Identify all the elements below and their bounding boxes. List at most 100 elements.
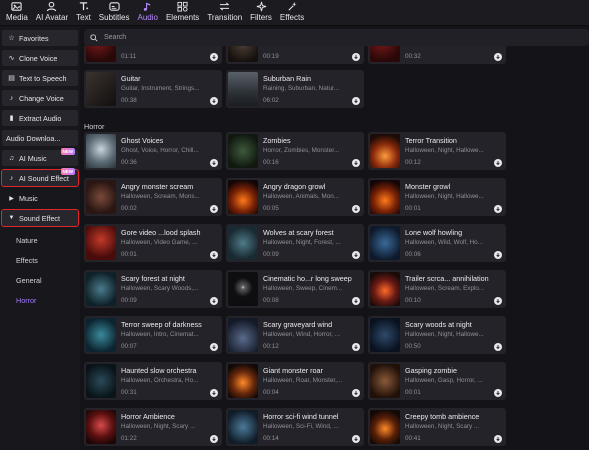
subtitles-icon — [109, 2, 120, 11]
tool-label: AI Avatar — [35, 13, 69, 22]
download-icon[interactable] — [352, 53, 360, 61]
sound-card[interactable]: Trailer scrca... annihilation Halloween, … — [368, 270, 506, 308]
sound-duration: 00:19 — [263, 53, 279, 60]
sound-card[interactable]: Suburban Rain Raining, Suburban, Natur..… — [226, 70, 364, 108]
sound-card[interactable]: Gore video ...lood splash Halloween, Vide… — [84, 224, 222, 262]
sound-card[interactable]: 01:11 — [84, 46, 222, 64]
sound-card[interactable]: Wolves at scary forest Halloween, Night, … — [226, 224, 364, 262]
sidebar-sub-nature[interactable]: Nature — [16, 234, 78, 247]
download-icon[interactable] — [352, 435, 360, 443]
download-icon[interactable] — [494, 205, 502, 213]
tool-filters[interactable]: Filters — [246, 0, 276, 25]
sound-card[interactable]: Terror sweep of darkness Halloween, Intro… — [84, 316, 222, 354]
download-icon[interactable] — [210, 435, 218, 443]
sound-tags: Halloween, Sweep, Cinem... — [263, 285, 343, 292]
ai-sound-icon: ♪ — [9, 174, 14, 182]
sound-card[interactable]: Monster growl Halloween, Night, Hallowe..… — [368, 178, 506, 216]
sidebar-item-text-to-speech[interactable]: ▤ Text to Speech — [2, 70, 78, 86]
sound-card[interactable]: Zombies Horror, Zombies, Monster... 00:16 — [226, 132, 364, 170]
download-icon[interactable] — [210, 251, 218, 259]
sidebar-item-ai-sound-effect[interactable]: ♪ AI Sound Effect NEW — [1, 168, 79, 187]
sound-tags: Halloween, Animals, Mon... — [263, 193, 339, 200]
sound-card[interactable]: Scary woods at night Halloween, Night, Ha… — [368, 316, 506, 354]
download-icon[interactable] — [210, 297, 218, 305]
sound-card[interactable]: Horror sci-fi wind tunnel Halloween, Sci-… — [226, 408, 364, 446]
sound-title: Monster growl — [405, 182, 451, 191]
download-icon[interactable] — [352, 297, 360, 305]
sound-tags: Horror, Zombies, Monster... — [263, 147, 340, 154]
download-icon[interactable] — [494, 159, 502, 167]
download-icon[interactable] — [210, 343, 218, 351]
download-icon[interactable] — [494, 297, 502, 305]
sound-card[interactable]: Terror Transition Halloween, Night, Hallo… — [368, 132, 506, 170]
text-icon — [79, 2, 89, 11]
sound-title: Haunted slow orchestra — [121, 366, 197, 375]
download-icon[interactable] — [210, 97, 218, 105]
download-icon[interactable] — [352, 205, 360, 213]
sound-thumbnail — [370, 410, 400, 444]
download-icon[interactable] — [352, 251, 360, 259]
tool-label: Media — [6, 13, 28, 22]
sound-title: Lone wolf howling — [405, 228, 463, 237]
sound-thumbnail — [86, 180, 116, 214]
tool-effects[interactable]: Effects — [276, 0, 308, 25]
tool-elements[interactable]: Elements — [162, 0, 203, 25]
sound-title: Ghost Voices — [121, 136, 164, 145]
search-input[interactable]: Search — [84, 29, 589, 46]
sound-thumbnail — [86, 134, 116, 168]
tool-subtitles[interactable]: Subtitles — [95, 0, 134, 25]
sound-card[interactable]: Gasping zombie Halloween, Gasp, Horror, .… — [368, 362, 506, 400]
sound-card[interactable]: Ghost Voices Ghost, Voice, Horror, Chill.… — [84, 132, 222, 170]
tool-audio[interactable]: Audio — [133, 0, 161, 25]
sound-card[interactable]: Creepy tomb ambience Halloween, Night, Sc… — [368, 408, 506, 446]
download-icon[interactable] — [210, 53, 218, 61]
sound-title: Scary graveyard wind — [263, 320, 333, 329]
tool-media[interactable]: Media — [2, 0, 32, 25]
download-icon[interactable] — [494, 53, 502, 61]
sidebar-item-extract-audio[interactable]: ▮ Extract Audio — [2, 110, 78, 126]
sound-card[interactable]: Giant monster roar Halloween, Roar, Monst… — [226, 362, 364, 400]
sound-title: Creepy tomb ambience — [405, 412, 480, 421]
sound-card[interactable]: Scary graveyard wind Halloween, Wind, Hor… — [226, 316, 364, 354]
download-icon[interactable] — [352, 389, 360, 397]
sidebar-sub-horror[interactable]: Horror — [16, 294, 78, 307]
download-icon[interactable] — [210, 205, 218, 213]
sidebar-item-music[interactable]: ▶ Music — [2, 190, 78, 206]
sidebar-item-audio-download[interactable]: Audio Downloa... — [2, 130, 78, 146]
sound-card[interactable]: Angry dragon growl Halloween, Animals, Mo… — [226, 178, 364, 216]
sound-thumbnail — [228, 46, 258, 62]
sidebar-sub-effects[interactable]: Effects — [16, 254, 78, 267]
sound-thumbnail — [370, 318, 400, 352]
sidebar-item-ai-music[interactable]: ♫ AI Music NEW — [2, 148, 78, 166]
tool-ai-avatar[interactable]: AI Avatar — [32, 0, 72, 25]
download-icon[interactable] — [352, 97, 360, 105]
sound-card[interactable]: Lone wolf howling Halloween, Wild, Wolf, … — [368, 224, 506, 262]
sidebar-sub-general[interactable]: General — [16, 274, 78, 287]
download-icon[interactable] — [210, 389, 218, 397]
download-icon[interactable] — [352, 343, 360, 351]
download-icon[interactable] — [494, 251, 502, 259]
sound-card[interactable]: Scary forest at night Halloween, Scary Wo… — [84, 270, 222, 308]
sound-card[interactable]: 00:19 — [226, 46, 364, 64]
sound-card[interactable]: Horror Ambience Halloween, Night, Scary .… — [84, 408, 222, 446]
download-icon[interactable] — [494, 435, 502, 443]
download-icon[interactable] — [494, 343, 502, 351]
sidebar-item-change-voice[interactable]: ♪ Change Voice — [2, 90, 78, 106]
tool-transition[interactable]: Transition — [203, 0, 246, 25]
sound-card[interactable]: 00:32 — [368, 46, 506, 64]
sidebar-item-favorites[interactable]: ☆ Favorites — [2, 30, 78, 46]
download-icon[interactable] — [494, 389, 502, 397]
sidebar-item-sound-effect[interactable]: ▼ Sound Effect — [1, 209, 79, 227]
sound-duration: 00:02 — [121, 205, 137, 212]
sound-card[interactable]: Haunted slow orchestra Halloween, Orchest… — [84, 362, 222, 400]
download-icon[interactable] — [210, 159, 218, 167]
sound-card[interactable]: Angry monster scream Halloween, Scream, M… — [84, 178, 222, 216]
sidebar-item-clone-voice[interactable]: ∿ Clone Voice — [2, 50, 78, 66]
sound-card[interactable]: Cinematic ho...r long sweep Halloween, Sw… — [226, 270, 364, 308]
sound-duration: 06:02 — [263, 97, 279, 104]
sound-card[interactable]: Guitar Guitar, Instrument, Strings... 00… — [84, 70, 222, 108]
download-icon[interactable] — [352, 159, 360, 167]
tool-text[interactable]: Text — [72, 0, 95, 25]
sound-title: Angry monster scream — [121, 182, 194, 191]
sound-duration: 00:50 — [405, 343, 421, 350]
